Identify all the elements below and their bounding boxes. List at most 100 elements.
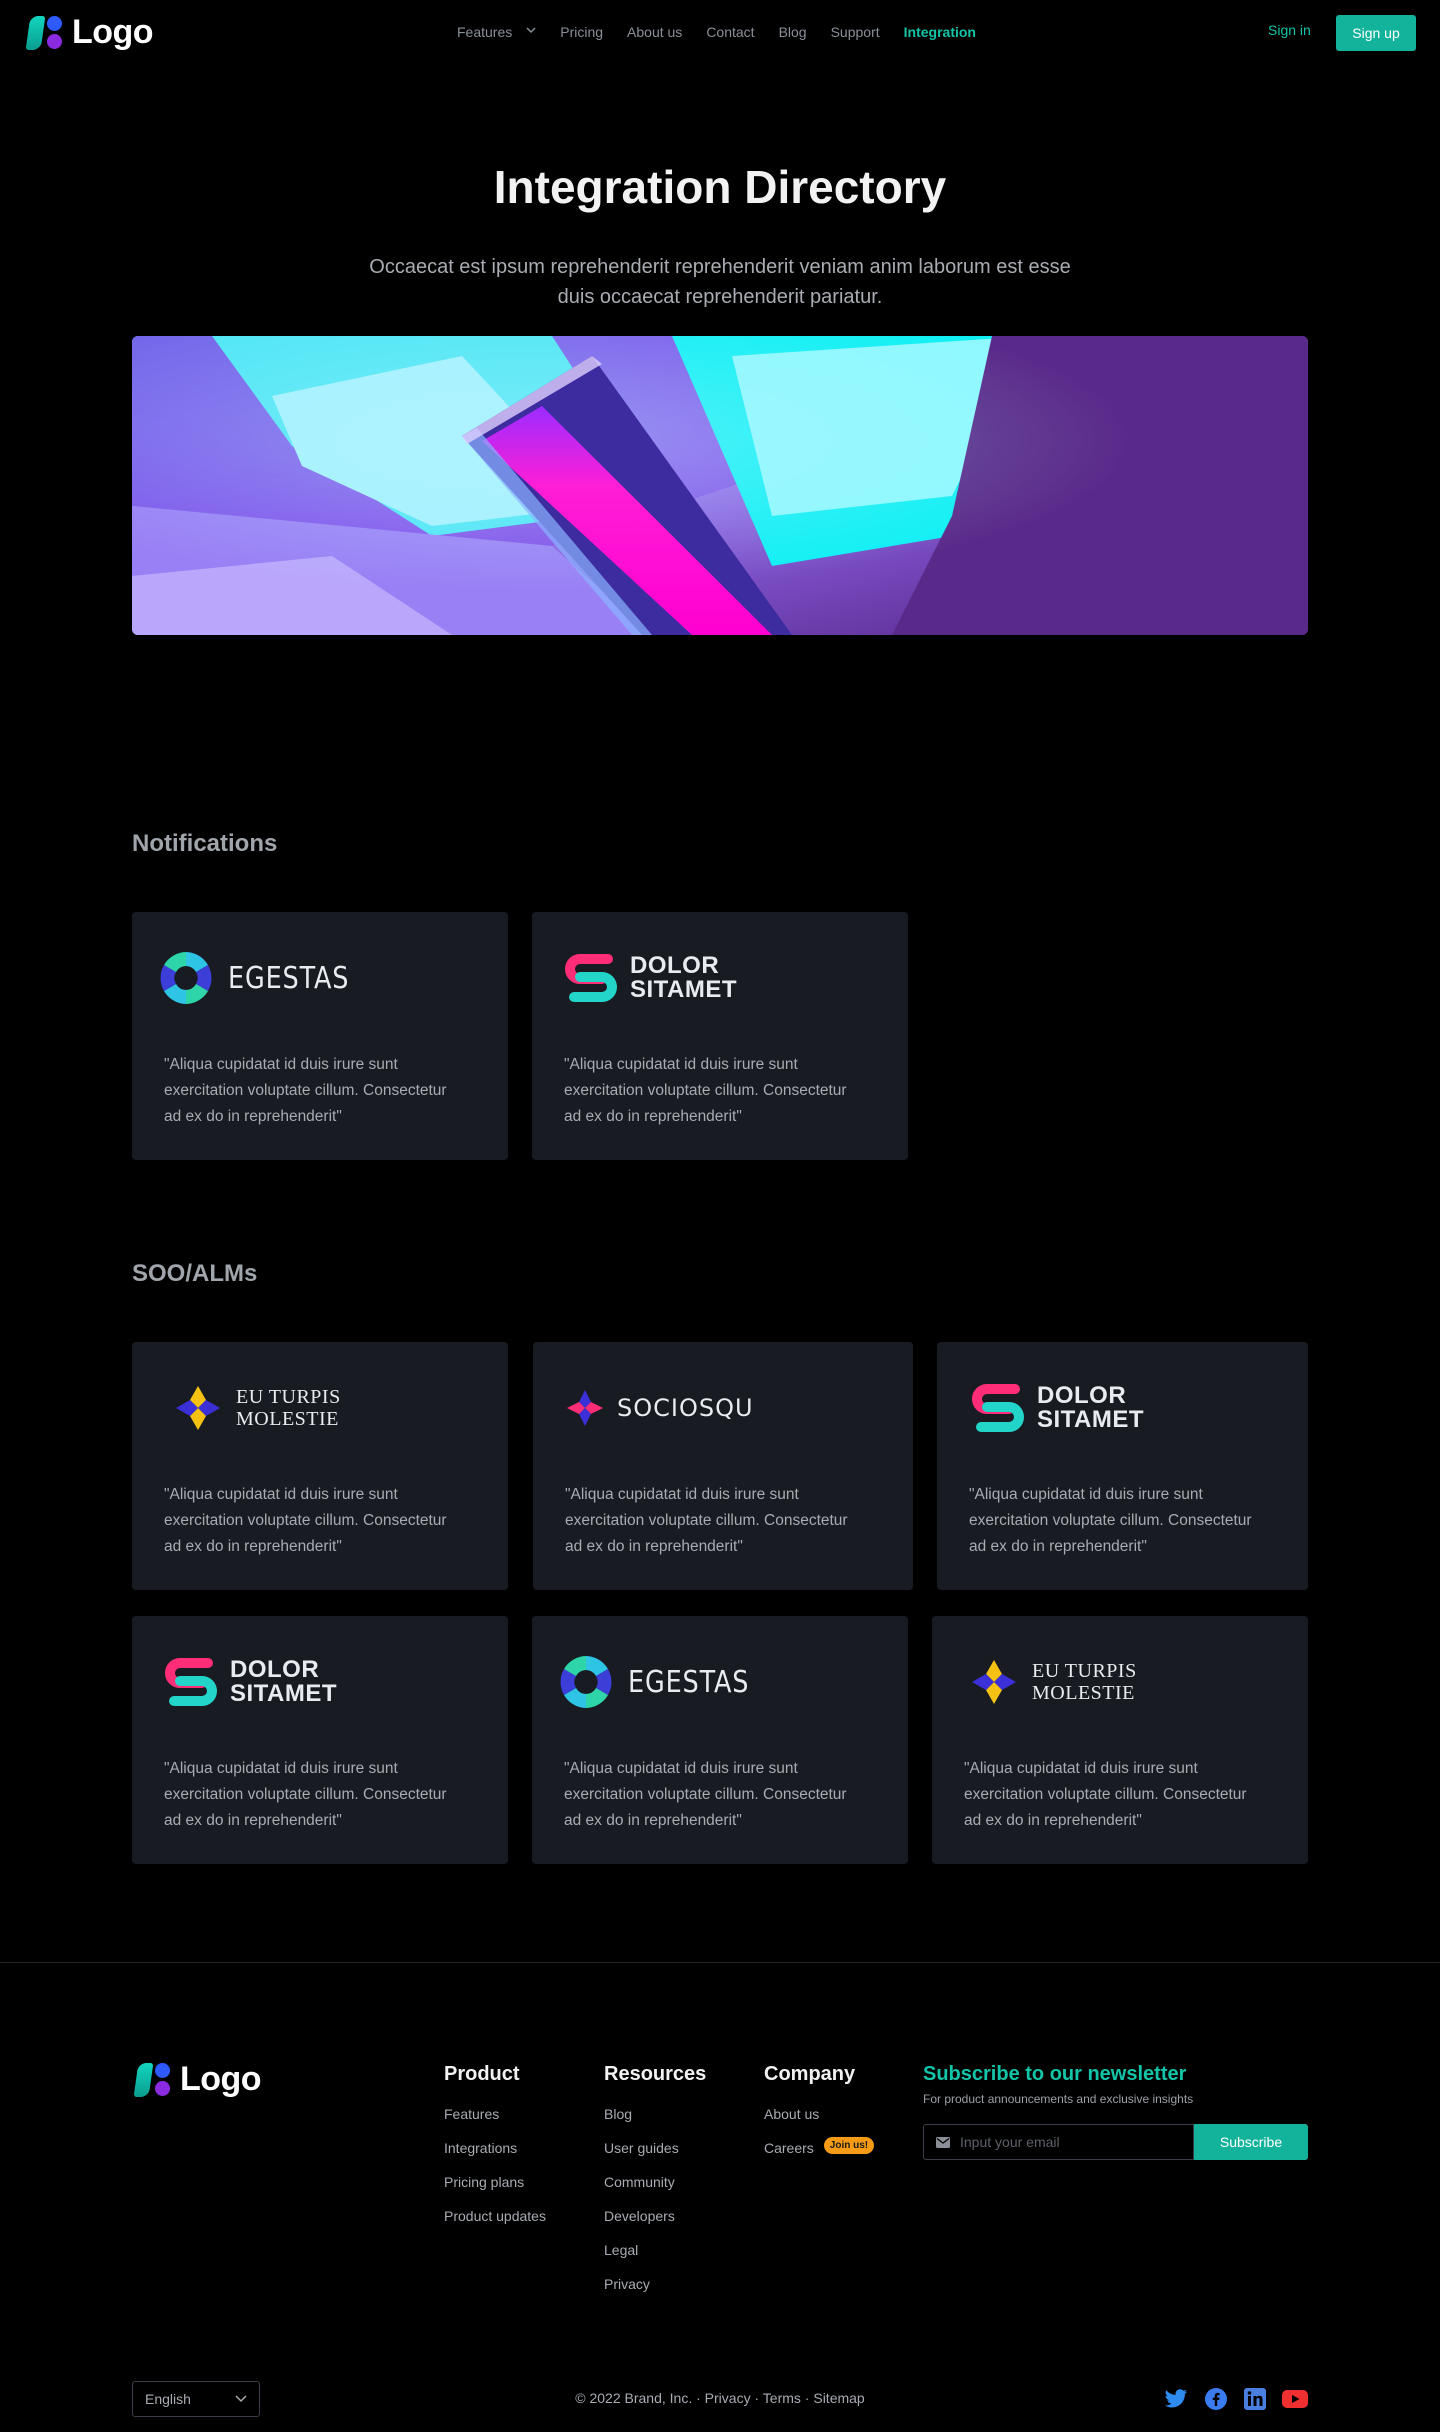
brand-name-line2: SITAMET [630, 976, 738, 1003]
brand-name: EU TURPIS MOLESTIE [236, 1386, 341, 1430]
twitter-icon[interactable] [1164, 2389, 1188, 2409]
youtube-icon[interactable] [1282, 2390, 1308, 2408]
page-title: Integration Directory [493, 161, 947, 213]
brand-logo-eu-turpis: EU TURPIS MOLESTIE [172, 1376, 341, 1440]
footer-column-company: Company About us Careers Join us! [764, 2063, 875, 2172]
footer-link[interactable]: Developers [604, 2206, 706, 2240]
nav-pricing[interactable]: Pricing [560, 24, 603, 40]
integration-card[interactable]: EU TURPIS MOLESTIE "Aliqua cupidatat id d… [932, 1616, 1308, 1864]
footer-link[interactable]: Pricing plans [444, 2172, 546, 2206]
card-quote: "Aliqua cupidatat id duis irure sunt exe… [565, 1486, 848, 1555]
logo-mark-icon [25, 14, 66, 52]
footer-divider [0, 1962, 1440, 1963]
separator: · [754, 2390, 763, 2406]
brand-logo-dolor-sitamet: DOLOR SITAMET [164, 1650, 337, 1714]
brand-name-line1: EU TURPIS [236, 1386, 341, 1408]
separator: · [696, 2390, 705, 2406]
terms-link[interactable]: Terms [763, 2390, 801, 2406]
nav-contact[interactable]: Contact [706, 24, 754, 40]
nav-blog[interactable]: Blog [779, 24, 807, 40]
brand-logo-sociosqu: SOCIOSQU [565, 1376, 754, 1440]
brand-name-line1: EU TURPIS [1032, 1660, 1137, 1682]
integration-card[interactable]: EU TURPIS MOLESTIE "Aliqua cupidatat id d… [132, 1342, 508, 1590]
join-us-badge: Join us! [823, 2137, 875, 2154]
egestas-icon [160, 952, 212, 1004]
dolor-sitamet-icon [972, 1384, 1024, 1432]
footer-link[interactable]: Features [444, 2104, 546, 2138]
eu-turpis-icon [176, 1386, 220, 1430]
newsletter-subtitle: For product announcements and exclusive … [923, 2092, 1194, 2106]
copyright: © 2022 Brand, Inc. [575, 2390, 693, 2406]
integration-card[interactable]: DOLOR SITAMET "Aliqua cupidatat id duis i… [132, 1616, 508, 1864]
egestas-icon [560, 1656, 612, 1708]
mail-icon [936, 2136, 950, 2148]
footer-link[interactable]: Product updates [444, 2206, 546, 2240]
brand-name-line2: SITAMET [230, 1680, 338, 1707]
footer-link[interactable]: Legal [604, 2240, 706, 2274]
brand-logo-egestas: EGESTAS [156, 946, 371, 1010]
dolor-sitamet-icon [165, 1658, 217, 1706]
brand-name-line1: DOLOR [1037, 1382, 1127, 1409]
sitemap-link[interactable]: Sitemap [813, 2390, 864, 2406]
card-quote: "Aliqua cupidatat id duis irure sunt exe… [164, 1486, 447, 1555]
footer-logo[interactable]: Logo [133, 2060, 262, 2099]
brand-name-line1: DOLOR [630, 952, 720, 979]
brand-name-line1: DOLOR [230, 1656, 320, 1683]
newsletter-email-field[interactable] [923, 2124, 1194, 2160]
integration-card[interactable]: EGESTAS "Aliqua cupidatat id duis irure … [132, 912, 508, 1160]
footer-link[interactable]: User guides [604, 2138, 706, 2172]
card-quote: "Aliqua cupidatat id duis irure sunt exe… [564, 1760, 847, 1829]
brand-name-line2: SITAMET [1037, 1406, 1145, 1433]
brand-name: DOLOR SITAMET [1037, 1384, 1144, 1432]
sign-up-button[interactable]: Sign up [1336, 15, 1416, 51]
eu-turpis-icon [972, 1660, 1016, 1704]
card-quote: "Aliqua cupidatat id duis irure sunt exe… [969, 1486, 1252, 1555]
email-input[interactable] [960, 2134, 1180, 2150]
nav-integration[interactable]: Integration [904, 24, 976, 40]
brand-name: DOLOR SITAMET [230, 1658, 337, 1706]
nav-features[interactable]: Features [457, 24, 536, 40]
card-quote: "Aliqua cupidatat id duis irure sunt exe… [964, 1760, 1247, 1829]
footer-column-product: Product Features Integrations Pricing pl… [444, 2063, 546, 2240]
privacy-link[interactable]: Privacy [705, 2390, 751, 2406]
footer-link[interactable]: Community [604, 2172, 706, 2206]
integration-card[interactable]: EGESTAS "Aliqua cupidatat id duis irure … [532, 1616, 908, 1864]
brand-name: SOCIOSQU [617, 1394, 754, 1422]
card-quote: "Aliqua cupidatat id duis irure sunt exe… [164, 1760, 447, 1829]
brand-name-line2: MOLESTIE [236, 1408, 339, 1430]
page-subtitle: Occaecat est ipsum reprehenderit reprehe… [369, 256, 1071, 308]
logo[interactable]: Logo [25, 13, 154, 52]
integration-card[interactable]: SOCIOSQU "Aliqua cupidatat id duis irure… [533, 1342, 913, 1590]
nav-support[interactable]: Support [831, 24, 880, 40]
integration-card[interactable]: DOLOR SITAMET "Aliqua cupidatat id duis i… [937, 1342, 1308, 1590]
top-navbar: Logo Features Pricing About us Contact B… [0, 0, 1440, 64]
logo-text: Logo [72, 13, 154, 51]
brand-name: EU TURPIS MOLESTIE [1032, 1660, 1137, 1704]
sign-in-link[interactable]: Sign in [1268, 22, 1311, 38]
footer-link[interactable]: Blog [604, 2104, 706, 2138]
footer-link[interactable]: About us [764, 2104, 874, 2138]
brand-name: DOLOR SITAMET [630, 954, 737, 1002]
social-links [1164, 2387, 1308, 2411]
chevron-down-icon [526, 26, 536, 37]
section-title-soo-alms: SOO/ALMs [132, 1260, 258, 1287]
linkedin-icon[interactable] [1244, 2388, 1266, 2410]
integration-card[interactable]: DOLOR SITAMET "Aliqua cupidatat id duis i… [532, 912, 908, 1160]
facebook-icon[interactable] [1204, 2387, 1228, 2411]
sociosqu-icon [567, 1390, 603, 1426]
logo-mark-icon [133, 2061, 174, 2099]
card-quote: "Aliqua cupidatat id duis irure sunt exe… [164, 1056, 447, 1125]
brand-name: EGESTAS [228, 960, 350, 996]
footer-column-title: Resources [604, 2063, 707, 2085]
main-menu: Features Pricing About us Contact Blog S… [457, 0, 976, 64]
card-quote: "Aliqua cupidatat id duis irure sunt exe… [564, 1056, 847, 1125]
footer-link[interactable]: Privacy [604, 2274, 706, 2308]
footer-link[interactable]: Integrations [444, 2138, 546, 2172]
footer-link[interactable]: Careers [764, 2138, 814, 2172]
nav-about-us[interactable]: About us [627, 24, 682, 40]
subscribe-button[interactable]: Subscribe [1194, 2124, 1308, 2160]
brand-name-line2: MOLESTIE [1032, 1682, 1135, 1704]
footer-column-resources: Resources Blog User guides Community Dev… [604, 2063, 706, 2308]
brand-logo-eu-turpis: EU TURPIS MOLESTIE [968, 1650, 1137, 1714]
brand-logo-dolor-sitamet: DOLOR SITAMET [564, 946, 737, 1010]
